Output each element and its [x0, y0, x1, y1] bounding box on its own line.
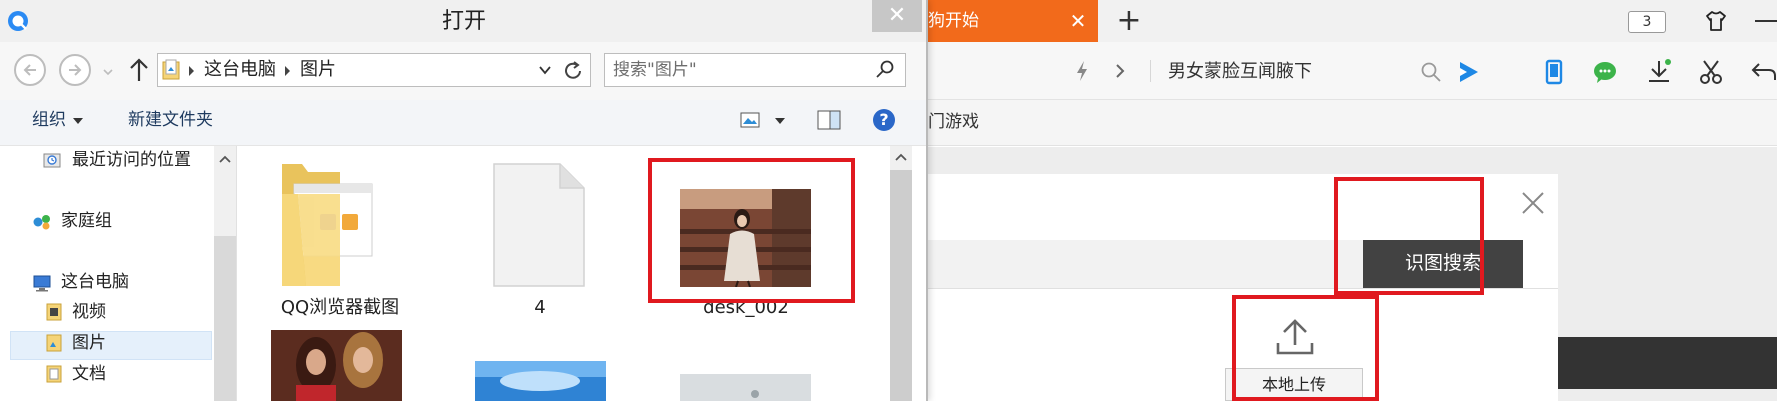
homegroup-icon [33, 215, 50, 230]
wechat-icon[interactable] [1591, 58, 1619, 86]
image-thumbnail[interactable] [271, 330, 402, 401]
close-icon[interactable] [1520, 190, 1546, 216]
back-button[interactable] [14, 54, 46, 86]
close-icon: ✕ [887, 3, 907, 28]
folder-icon[interactable] [280, 154, 380, 296]
scissors-icon[interactable] [1697, 58, 1725, 86]
breadcrumb-pictures[interactable]: 图片 [300, 57, 336, 83]
address-separator [1150, 60, 1151, 82]
caret-down-icon[interactable] [73, 118, 83, 124]
pictures-folder-icon [162, 59, 180, 80]
address-query-text[interactable]: 男女蒙脸互闻腋下 [1168, 59, 1312, 85]
bookmarks-bar [928, 100, 1777, 146]
skin-icon[interactable] [1704, 9, 1728, 33]
scroll-up-icon[interactable] [219, 155, 231, 163]
caret-down-icon[interactable] [775, 118, 785, 124]
image-thumbnail[interactable] [475, 361, 606, 401]
dark-banner [1558, 337, 1777, 389]
new-folder-button[interactable]: 新建文件夹 [128, 108, 213, 132]
computer-icon [33, 275, 51, 292]
dialog-close-button[interactable]: ✕ [872, 0, 922, 32]
download-icon[interactable] [1645, 58, 1673, 86]
blank-file-icon[interactable] [490, 160, 588, 290]
browser-active-tab-label: 狗开始 [928, 11, 979, 31]
pictures-folder-icon [46, 334, 62, 352]
search-input[interactable]: 搜索"图片" [604, 53, 906, 87]
tab-count-badge[interactable]: 3 [1628, 11, 1666, 33]
file-open-dialog: 打开 ✕ 这台电脑 图片 搜索"图片" 组织 新建文件夹 ? 最近访问的位置 家… [0, 0, 928, 401]
forward-button[interactable] [59, 54, 91, 86]
view-mode-icon[interactable] [740, 112, 760, 128]
new-tab-icon[interactable]: + [1114, 6, 1144, 36]
arrow-right-icon [69, 64, 82, 76]
browser-active-tab[interactable]: 狗开始 ✕ [928, 0, 1098, 42]
nav-item-videos[interactable]: 视频 [72, 299, 106, 325]
lightning-icon[interactable] [1074, 60, 1090, 82]
preview-pane-icon[interactable] [817, 110, 841, 130]
refresh-icon[interactable] [561, 59, 585, 83]
image-thumbnail[interactable] [680, 374, 811, 401]
nav-selection-highlight [10, 331, 212, 360]
tab-close-icon[interactable]: ✕ [1068, 11, 1088, 31]
search-icon[interactable] [875, 59, 895, 79]
dialog-title: 打开 [441, 9, 486, 34]
nav-item-recent-places[interactable]: 最近访问的位置 [72, 147, 191, 173]
highlight-box-image [648, 158, 855, 303]
chevron-down-icon[interactable] [538, 64, 552, 76]
breadcrumb-separator-icon[interactable] [284, 65, 292, 77]
nav-item-pictures[interactable]: 图片 [72, 330, 106, 356]
recent-places-icon [43, 153, 61, 168]
nav-item-documents[interactable]: 文档 [72, 361, 106, 387]
file-name-folder[interactable]: QQ浏览器截图 [260, 296, 420, 320]
organize-button[interactable]: 组织 [32, 108, 66, 132]
file-list-scroll-thumb[interactable] [890, 170, 912, 401]
breadcrumb-this-pc[interactable]: 这台电脑 [204, 57, 276, 83]
file-name-4[interactable]: 4 [500, 296, 580, 320]
chevron-right-icon[interactable] [1112, 60, 1128, 82]
nav-item-this-pc[interactable]: 这台电脑 [61, 269, 129, 295]
up-arrow-icon[interactable] [128, 57, 150, 83]
highlight-box-search [1334, 177, 1484, 295]
videos-folder-icon [46, 303, 62, 321]
documents-folder-icon [46, 365, 62, 383]
bookmark-item-games[interactable]: 门游戏 [928, 110, 979, 134]
scroll-up-icon[interactable] [895, 153, 907, 161]
highlight-box-upload [1232, 295, 1379, 401]
nav-pane-scroll-thumb[interactable] [214, 236, 236, 401]
video-play-icon[interactable] [1454, 58, 1482, 86]
image-url-input[interactable] [928, 240, 1363, 288]
search-icon[interactable] [1420, 61, 1442, 83]
nav-item-homegroup[interactable]: 家庭组 [61, 208, 112, 234]
minimize-icon[interactable] [1755, 20, 1777, 22]
mobile-device-icon[interactable] [1540, 58, 1568, 86]
arrow-left-icon [23, 64, 36, 76]
breadcrumb-separator-icon[interactable] [188, 65, 196, 77]
recent-locations-caret-icon[interactable] [103, 68, 113, 76]
help-icon[interactable]: ? [873, 109, 895, 131]
undo-icon[interactable] [1749, 58, 1777, 86]
